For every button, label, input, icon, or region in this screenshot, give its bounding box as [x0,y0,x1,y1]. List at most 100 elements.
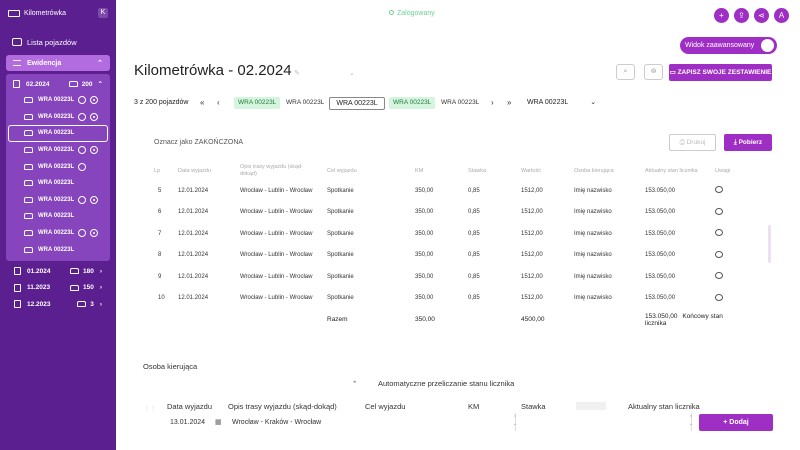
month-label: 02.2024 [26,80,50,88]
edit-icon[interactable]: ✎ [294,69,300,77]
add-label: Dodaj [729,419,749,426]
month-row-active[interactable]: 02.2024 200 ⌃ [6,76,110,92]
table-cell: Imię nazwisko [574,230,612,237]
app-name: Kilometrówka [24,9,67,17]
month-count: 150 [82,284,94,292]
add-button[interactable]: + Dodaj [699,414,773,431]
car-icon [69,268,79,275]
calendar-icon[interactable]: ▦ [215,418,222,426]
summary-value: 4500,00 [521,316,545,324]
comment-icon[interactable] [715,250,723,258]
upload-icon[interactable]: ⇪ [734,8,749,23]
table-row: 7 12.01.2024 Wrocław - Lublin - Wrocław Spo… [154,223,744,245]
sidebar-section-ewidencja[interactable]: Ewidencja ⌃ [6,55,110,71]
vehicle-plate: WRA 00223L [38,163,75,170]
advanced-view-toggle[interactable]: Widok zaawansowany [680,37,777,54]
sidebar-vehicle-item[interactable]: WRA 00223L [6,192,110,209]
vehicle-chip[interactable]: WRA 00223L [389,97,436,109]
comment-cell[interactable] [715,266,744,288]
comment-icon[interactable] [715,293,723,301]
month-label: 01.2024 [27,267,51,275]
comment-cell[interactable] [715,202,744,224]
download-button[interactable]: ⤓ Pobierz [724,134,772,151]
vehicle-chip-current[interactable]: WRA 00223L [329,97,385,110]
comment-icon[interactable] [715,207,723,215]
table-cell: Wrocław - Lublin - Wrocław [240,230,313,237]
print-label: Drukuj [686,139,706,146]
route-field[interactable]: Wrocław - Kraków - Wrocław [232,419,321,426]
next-page-icon[interactable]: › [491,98,494,107]
sidebar-vehicle-item[interactable]: WRA 00223L [6,142,110,159]
sidebar-month-item[interactable]: 11.2023 150 › [0,280,116,297]
table-cell: 12.01.2024 [178,209,209,216]
first-page-icon[interactable]: « [200,98,204,107]
info-icon: ◂ [353,379,356,385]
comment-cell[interactable] [715,223,744,245]
stepper-icon[interactable]: ⌃ ⌄ [513,415,517,427]
vehicle-chip[interactable]: WRA 00223L [437,97,483,109]
share-icon[interactable]: ⋖ [754,8,769,23]
meter-field[interactable]: ⌃ ⌄ [628,413,693,431]
sidebar-vehicle-item[interactable]: WRA 00223L [6,208,110,225]
col-header: Lp [154,168,161,174]
vehicle-chip[interactable]: WRA 00223L [234,97,281,109]
table-cell: 1512,00 [521,252,543,259]
settings-button[interactable]: ⊚ [644,64,663,80]
drag-handle-icon[interactable]: ⋮⋮ [144,405,156,412]
print-button[interactable]: ⎙ Drukuj [669,134,716,151]
mark-done-button[interactable]: Oznacz jako ZAKOŃCZONA [154,139,243,146]
vehicle-plate: WRA 00223L [38,246,75,253]
stepper-icon[interactable]: ⌃ ⌄ [689,415,693,427]
collapse-sidebar-button[interactable]: K [98,8,108,18]
check-circle-icon [78,96,87,105]
search-button[interactable]: ⌕ [616,64,635,80]
sidebar-vehicle-item[interactable]: WRA 00223L [6,225,110,242]
add-icon[interactable]: + [714,8,729,23]
vehicle-plate: WRA 00223L [38,147,75,154]
comment-cell[interactable] [715,245,744,267]
avatar[interactable]: A [774,8,789,23]
sidebar-vehicle-item[interactable]: WRA 00223L [8,125,108,142]
table-cell: 1512,00 [521,209,543,216]
sidebar-month-item[interactable]: 01.2024 180 › [0,263,116,280]
check-circle-icon [78,162,87,171]
chevron-down-icon[interactable]: ⌄ [349,69,355,77]
table-cell: 7 [158,230,162,237]
vehicle-select[interactable]: WRA 00223L ⌄ [527,98,596,106]
km-field[interactable]: ⌃ ⌄ [468,413,517,431]
prev-page-icon[interactable]: ‹ [217,98,220,107]
sidebar-item-label: Lista pojazdów [27,37,77,47]
comment-icon[interactable] [715,272,723,280]
date-field[interactable]: 13.01.2024 [170,419,205,426]
sidebar-vehicle-item[interactable]: WRA 00223L [6,158,110,175]
table-cell: Spotkanie [327,252,354,259]
comment-cell[interactable] [715,288,744,310]
table-scrollbar[interactable] [768,225,771,263]
sidebar-vehicle-item[interactable]: WRA 00223L [6,109,110,126]
vehicle-chip[interactable]: WRA 00223L [282,97,328,109]
comment-cell[interactable] [715,180,744,202]
table-cell: Wrocław - Lublin - Wrocław [240,187,313,194]
save-report-button[interactable]: ▭ ZAPISZ SWOJE ZESTAWIENIE [669,64,772,81]
sidebar-month-item[interactable]: 12.2023 3 › [0,296,116,313]
last-page-icon[interactable]: » [507,98,511,107]
comment-icon[interactable] [715,229,723,237]
col-header: Opis trasy wyjazdu (skąd-dokąd) [240,164,303,177]
steering-wheel-icon [90,112,99,121]
sidebar-vehicle-item[interactable]: WRA 00223L [6,92,110,109]
sidebar-item-vehicles[interactable]: Lista pojazdów [0,34,116,50]
table-cell: 12.01.2024 [178,187,209,194]
sidebar-vehicle-item[interactable]: WRA 00223L [6,241,110,258]
form-header-blank [576,402,606,410]
table-cell [574,309,645,331]
sidebar-vehicle-item[interactable]: WRA 00223L [6,175,110,192]
car-icon [24,230,33,237]
sidebar-header: Kilometrówka K [0,0,116,26]
app-logo-icon [8,9,20,17]
document-icon [13,80,20,88]
month-label: 11.2023 [27,284,51,292]
comment-icon[interactable] [715,186,723,194]
table-row: 5 12.01.2024 Wrocław - Lublin - Wrocław Spo… [154,180,744,202]
auto-recalc-label[interactable]: Automatyczne przeliczanie stanu licznika [378,379,514,388]
table-cell: 10 [158,295,165,302]
